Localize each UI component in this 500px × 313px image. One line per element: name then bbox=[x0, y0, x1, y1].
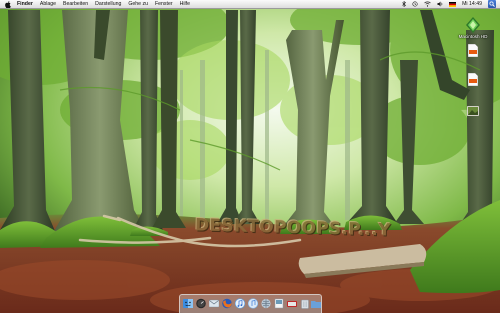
flag-icon[interactable] bbox=[449, 0, 457, 9]
desktop-icon-document-2[interactable] bbox=[453, 73, 493, 87]
dock-item-itunes[interactable] bbox=[235, 298, 245, 309]
bluetooth-icon[interactable] bbox=[402, 0, 407, 9]
trash-icon bbox=[301, 299, 309, 309]
dock-item-network[interactable] bbox=[261, 298, 271, 309]
desktop-icon-image[interactable] bbox=[453, 106, 493, 117]
menu-bar: Finder Ablage Bearbeiten Darstellung Geh… bbox=[0, 0, 500, 9]
preview-icon bbox=[274, 298, 284, 309]
dock-item-preview[interactable] bbox=[274, 298, 284, 309]
menu-ablage[interactable]: Ablage bbox=[40, 0, 56, 9]
photo-booth-icon bbox=[287, 301, 297, 307]
spotlight-search-icon[interactable] bbox=[488, 0, 496, 8]
menu-hilfe[interactable]: Hilfe bbox=[180, 0, 190, 9]
menu-gehe-zu[interactable]: Gehe zu bbox=[128, 0, 148, 9]
document-icon bbox=[468, 73, 478, 86]
folder-icon bbox=[311, 301, 321, 308]
hard-drive-icon bbox=[466, 17, 480, 33]
dock-item-trash[interactable] bbox=[300, 298, 310, 309]
apple-logo-icon[interactable] bbox=[5, 0, 11, 8]
menu-fenster[interactable]: Fenster bbox=[155, 0, 173, 9]
desktop-icon-label: Macintosh HD bbox=[458, 34, 488, 39]
dashboard-icon bbox=[196, 298, 206, 309]
wifi-icon[interactable] bbox=[424, 0, 431, 9]
dock-item-photo-booth[interactable] bbox=[287, 298, 297, 309]
dock-item-finder[interactable] bbox=[183, 298, 193, 309]
menubar-clock[interactable]: Mi 14:49 bbox=[462, 0, 482, 9]
dock bbox=[179, 294, 322, 313]
desktop-icon-document-1[interactable] bbox=[453, 44, 493, 58]
dock-item-firefox[interactable] bbox=[222, 298, 232, 309]
firefox-icon bbox=[222, 298, 232, 309]
volume-icon[interactable] bbox=[437, 0, 443, 9]
itunes-icon bbox=[248, 298, 258, 309]
image-file-icon bbox=[467, 106, 479, 116]
document-icon bbox=[468, 44, 478, 57]
finder-icon bbox=[183, 299, 193, 308]
dock-item-dashboard[interactable] bbox=[196, 298, 206, 309]
desktop-wallpaper bbox=[0, 0, 500, 313]
itunes-icon bbox=[235, 298, 245, 309]
network-icon bbox=[261, 298, 271, 309]
dock-item-folder[interactable] bbox=[311, 298, 321, 309]
menu-darstellung[interactable]: Darstellung bbox=[95, 0, 121, 9]
desktop-icon-macintosh-hd[interactable]: Macintosh HD bbox=[453, 17, 493, 39]
time-machine-icon[interactable] bbox=[412, 0, 418, 9]
mail-icon bbox=[209, 299, 219, 308]
status-area: Mi 14:49 bbox=[396, 0, 500, 9]
dock-item-itunes-2[interactable] bbox=[248, 298, 258, 309]
dock-item-mail[interactable] bbox=[209, 298, 219, 309]
menu-finder[interactable]: Finder bbox=[17, 0, 33, 9]
menu-bearbeiten[interactable]: Bearbeiten bbox=[63, 0, 88, 9]
